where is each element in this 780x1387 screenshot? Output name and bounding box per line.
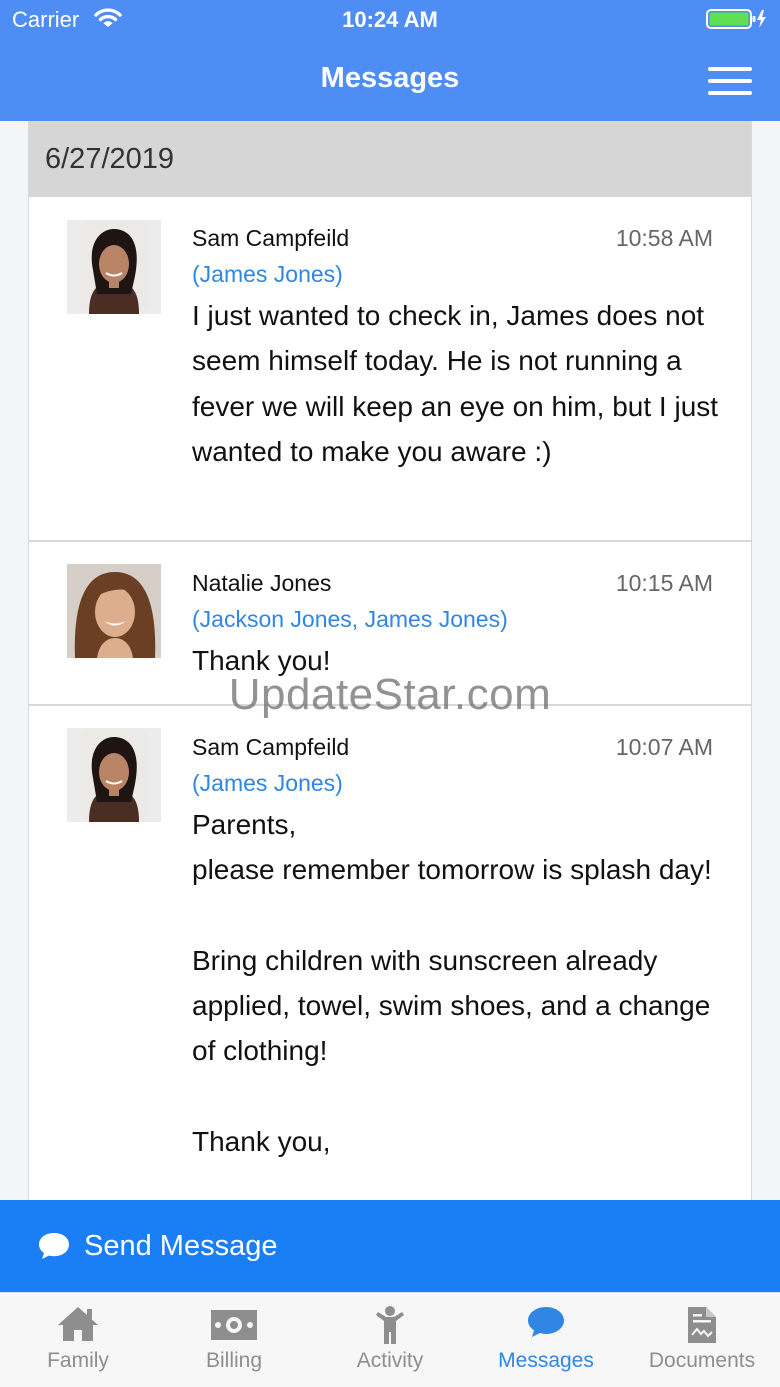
battery-icon [706,8,768,35]
money-icon [156,1305,312,1345]
message-item[interactable]: Natalie Jones 10:15 AM (Jackson Jones, J… [29,542,751,706]
tab-documents[interactable]: Documents [624,1293,780,1387]
message-item[interactable]: Sam Campfeild 10:07 AM (James Jones) Par… [29,706,751,1200]
child-names: (Jackson Jones, James Jones) [192,606,508,632]
message-body: Parents, please remember tomorrow is spl… [192,809,712,1158]
sender-name: Sam Campfeild [192,225,350,251]
tab-messages[interactable]: Messages [468,1293,624,1387]
avatar [67,564,161,658]
chat-icon [468,1305,624,1345]
tab-label: Activity [356,1349,424,1372]
message-time: 10:58 AM [615,225,713,251]
message-time: 10:07 AM [615,734,713,760]
child-names: (James Jones) [192,770,343,796]
tab-activity[interactable]: Activity [312,1293,468,1387]
document-icon [624,1305,780,1345]
status-bar: Carrier 10:24 AM [0,0,780,40]
message-body: I just wanted to check in, James does no… [192,300,719,467]
message-body: Thank you! [192,645,331,676]
hamburger-menu-icon[interactable] [708,67,752,95]
message-item[interactable]: Sam Campfeild 10:58 AM (James Jones) I j… [29,197,751,542]
nav-bar: Messages [0,40,780,121]
message-list[interactable]: 6/27/2019 Sam Campfeild 10:58 AM (James … [28,121,752,1200]
page-title: Messages [320,62,460,94]
message-time: 10:15 AM [615,570,713,596]
tab-label: Family [47,1349,109,1372]
tab-bar: Family Billing Activity Messages Documen… [0,1292,780,1387]
date-header: 6/27/2019 [29,121,751,197]
avatar [67,728,161,822]
person-icon [312,1305,468,1345]
home-icon [0,1305,156,1345]
tab-billing[interactable]: Billing [156,1293,312,1387]
clock: 10:24 AM [342,7,438,32]
avatar [67,220,161,314]
send-message-button[interactable]: Send Message [0,1200,780,1292]
sender-name: Natalie Jones [192,570,332,596]
tab-family[interactable]: Family [0,1293,156,1387]
tab-label: Messages [498,1349,594,1372]
tab-label: Billing [205,1349,263,1372]
tab-label: Documents [648,1349,756,1372]
chat-bubble-icon [37,1231,71,1266]
sender-name: Sam Campfeild [192,734,350,760]
child-names: (James Jones) [192,261,343,287]
send-message-label: Send Message [84,1230,278,1262]
